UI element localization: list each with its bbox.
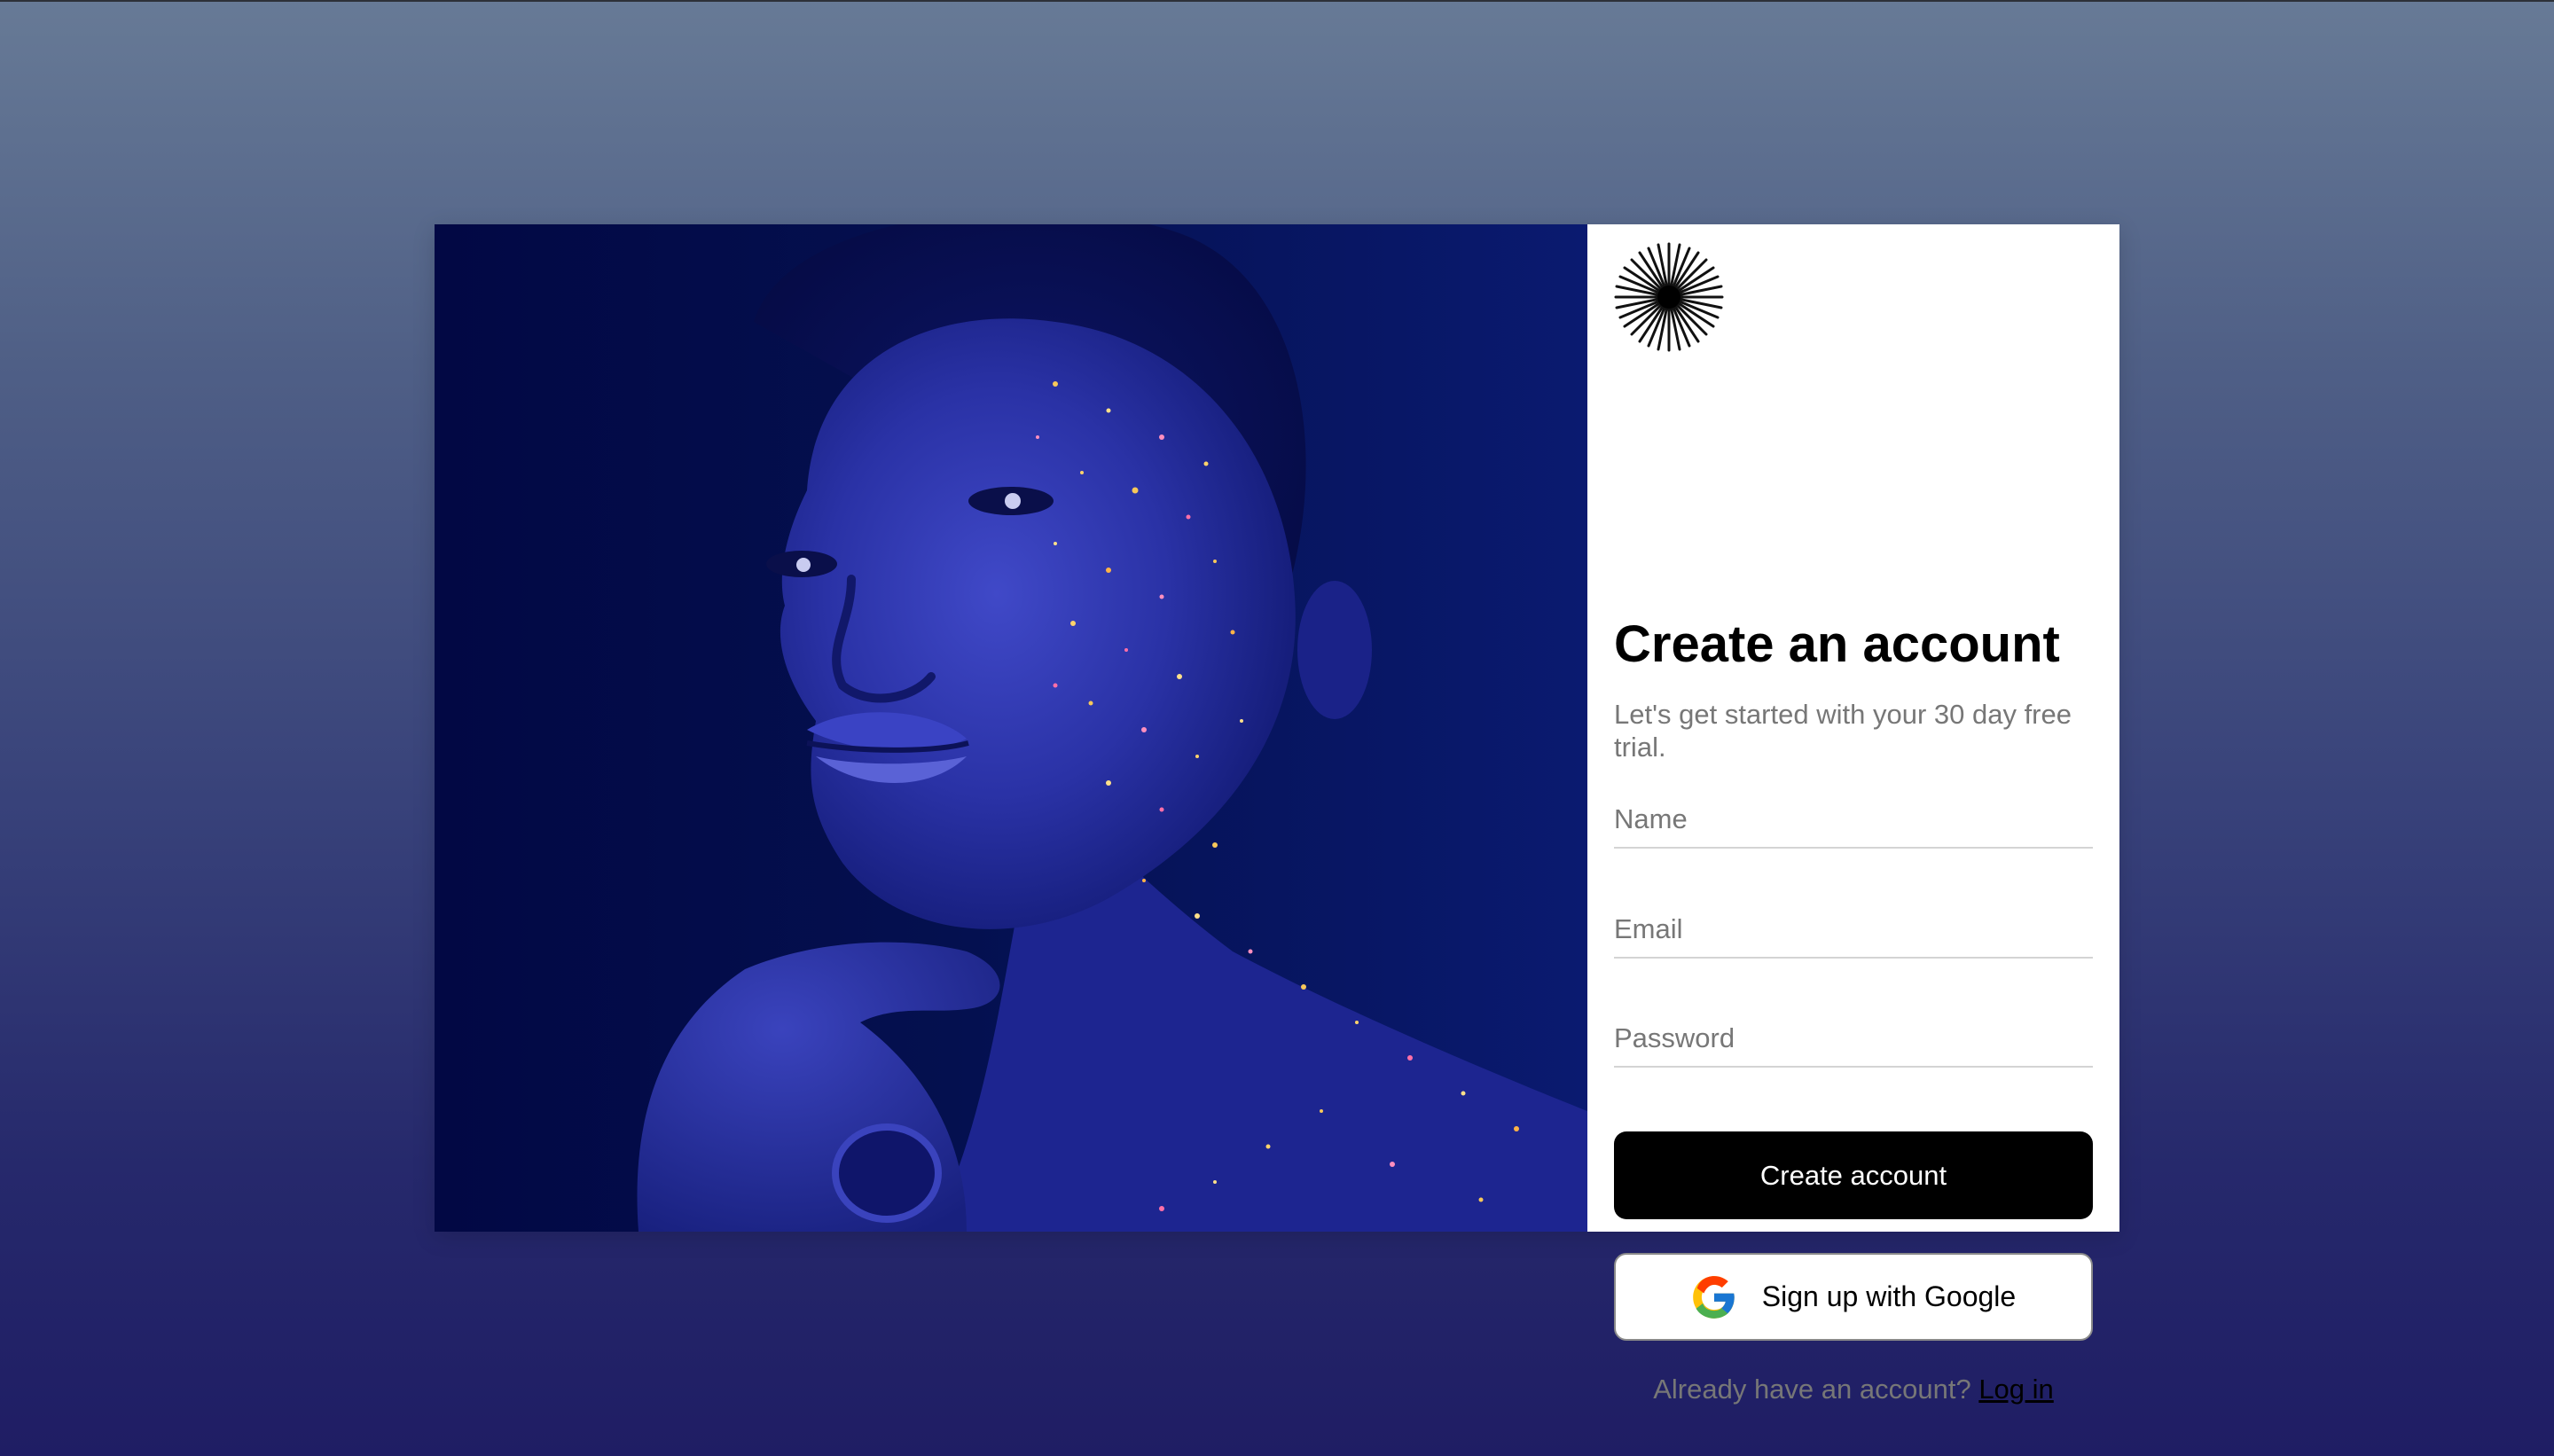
- password-field[interactable]: [1614, 1011, 2093, 1068]
- login-prompt-row: Already have an account? Log in: [1614, 1374, 2093, 1405]
- window-top-border: [0, 0, 2554, 2]
- name-field[interactable]: [1614, 792, 2093, 849]
- google-signup-button[interactable]: Sign up with Google: [1614, 1253, 2093, 1341]
- email-field[interactable]: [1614, 902, 2093, 959]
- signup-panel: Create an account Let's get started with…: [1587, 224, 2119, 1405]
- signup-card: Create an account Let's get started with…: [435, 224, 2119, 1405]
- login-prompt-text: Already have an account?: [1653, 1374, 1971, 1405]
- hero-image: [435, 224, 1587, 1232]
- page-subtitle: Let's get started with your 30 day free …: [1614, 699, 2072, 763]
- create-account-button[interactable]: Create account: [1614, 1131, 2093, 1219]
- google-g-icon: [1692, 1275, 1735, 1319]
- hero-portrait-illustration: [435, 224, 1587, 1232]
- starburst-logo-icon: [1614, 242, 1724, 352]
- login-link[interactable]: Log in: [1978, 1374, 2053, 1405]
- google-signup-label: Sign up with Google: [1761, 1280, 2017, 1312]
- page-title: Create an account: [1614, 615, 2060, 673]
